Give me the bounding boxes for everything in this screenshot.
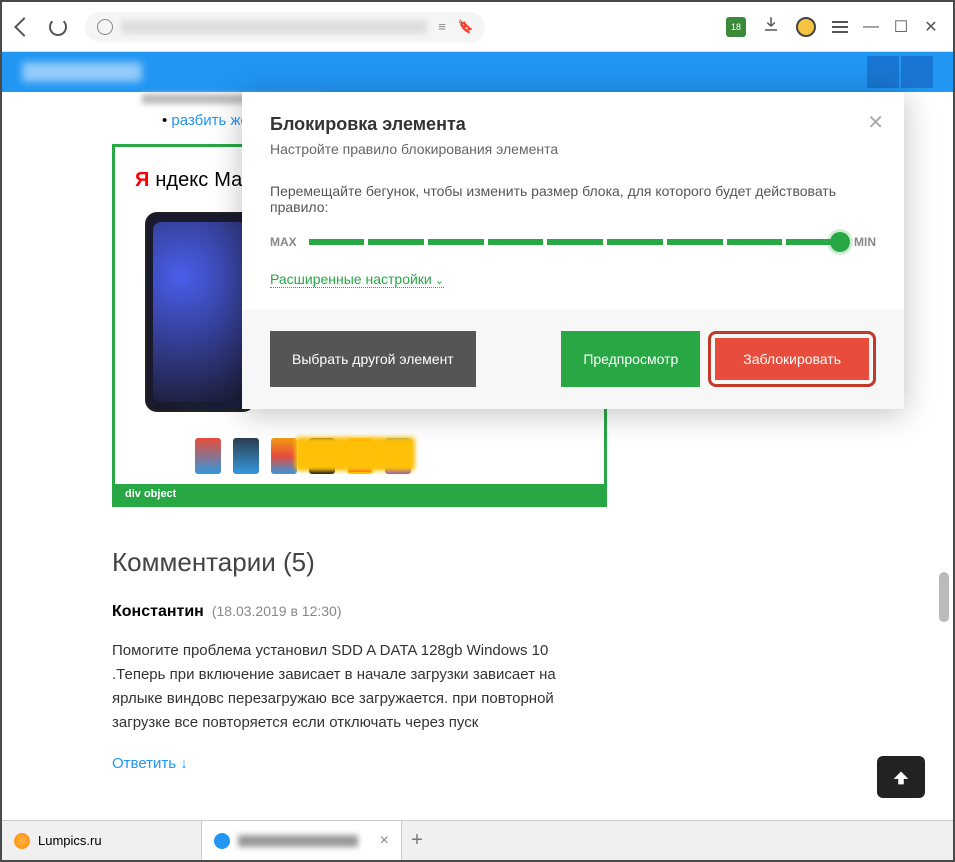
reload-button[interactable] bbox=[49, 18, 67, 36]
reply-link[interactable]: Ответить ↓ bbox=[112, 755, 188, 772]
block-button-highlight: Заблокировать bbox=[708, 331, 876, 387]
browser-toolbar: ≡ 🔖 18 — ☐ ✕ bbox=[2, 2, 953, 52]
close-tab-icon[interactable]: × bbox=[380, 832, 389, 850]
site-header bbox=[2, 52, 953, 92]
url-text bbox=[121, 20, 427, 34]
thumbnail[interactable] bbox=[233, 438, 259, 474]
element-blocker-dialog: ✕ Блокировка элемента Настройте правило … bbox=[242, 92, 904, 409]
advanced-settings-link[interactable]: Расширенные настройки bbox=[270, 271, 444, 288]
comments-heading: Комментарии (5) bbox=[112, 547, 592, 578]
dialog-title: Блокировка элемента bbox=[270, 114, 876, 135]
preview-button[interactable]: Предпросмотр bbox=[561, 331, 700, 387]
search-icon[interactable] bbox=[867, 56, 899, 88]
favicon-icon bbox=[14, 833, 30, 849]
slider-thumb[interactable] bbox=[830, 232, 850, 252]
header-menu-icon[interactable] bbox=[901, 56, 933, 88]
scroll-to-top-button[interactable] bbox=[877, 756, 925, 798]
tab-title: Lumpics.ru bbox=[38, 833, 102, 848]
site-logo[interactable] bbox=[22, 62, 142, 82]
close-icon[interactable]: ✕ bbox=[867, 110, 884, 135]
tab-bar: Lumpics.ru × + bbox=[2, 820, 953, 860]
block-button[interactable]: Заблокировать bbox=[715, 338, 869, 380]
product-image[interactable] bbox=[145, 212, 255, 412]
browser-tab-active[interactable]: × bbox=[202, 821, 402, 860]
downloads-icon[interactable] bbox=[762, 15, 780, 38]
comments-section: Комментарии (5) Константин(18.03.2019 в … bbox=[112, 547, 592, 773]
new-tab-button[interactable]: + bbox=[402, 829, 432, 852]
size-slider[interactable]: MAX MIN bbox=[270, 235, 876, 249]
buy-button[interactable] bbox=[295, 437, 415, 471]
globe-icon bbox=[97, 19, 113, 35]
menu-button[interactable] bbox=[832, 21, 848, 33]
slider-instruction: Перемещайте бегунок, чтобы изменить разм… bbox=[270, 183, 876, 215]
dialog-subtitle: Настройте правило блокирования элемента bbox=[270, 141, 876, 157]
min-label: MIN bbox=[854, 235, 876, 249]
reader-icon[interactable]: ≡ bbox=[435, 20, 449, 34]
thumbnail[interactable] bbox=[195, 438, 221, 474]
comment-author: Константин(18.03.2019 в 12:30) bbox=[112, 603, 592, 621]
bookmark-icon[interactable]: 🔖 bbox=[459, 20, 473, 34]
adguard-extension-icon[interactable]: 18 bbox=[726, 17, 746, 37]
pick-another-button[interactable]: Выбрать другой элемент bbox=[270, 331, 476, 387]
maximize-button[interactable]: ☐ bbox=[894, 20, 908, 34]
element-selector-label: div object bbox=[115, 484, 604, 504]
comment-body: Помогите проблема установил SDD A DATA 1… bbox=[112, 639, 592, 735]
address-bar[interactable]: ≡ 🔖 bbox=[85, 12, 485, 42]
scrollbar-thumb[interactable] bbox=[939, 572, 949, 622]
minimize-button[interactable]: — bbox=[864, 20, 878, 34]
extension-icon[interactable] bbox=[796, 17, 816, 37]
close-window-button[interactable]: ✕ bbox=[924, 20, 938, 34]
browser-tab[interactable]: Lumpics.ru bbox=[2, 821, 202, 860]
tab-title bbox=[238, 835, 358, 847]
back-button[interactable] bbox=[14, 17, 34, 37]
thumbnail[interactable] bbox=[271, 438, 297, 474]
max-label: MAX bbox=[270, 235, 297, 249]
favicon-icon bbox=[214, 833, 230, 849]
